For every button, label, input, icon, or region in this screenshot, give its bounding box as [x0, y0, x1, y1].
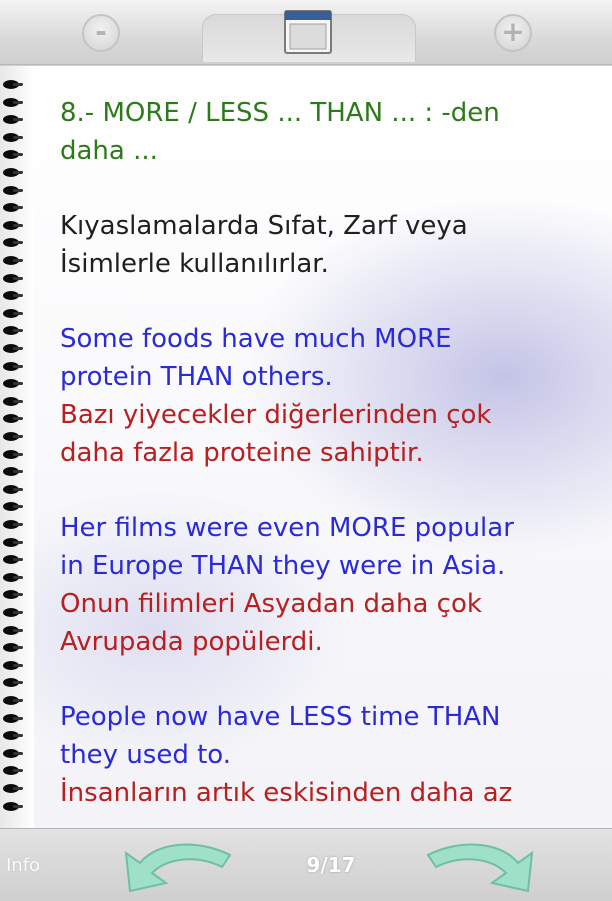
spiral-ring — [3, 308, 23, 318]
spiral-ring — [3, 449, 23, 459]
lesson-content: 8.- MORE / LESS ... THAN ... : -den daha… — [60, 94, 600, 828]
turkish-translation-line: Bazı yiyecekler diğerlerinden çok — [60, 400, 492, 430]
spiral-ring — [3, 326, 23, 336]
spiral-ring — [3, 168, 23, 177]
spiral-ring — [3, 678, 23, 688]
english-sentence-line: Some foods have much MORE — [60, 324, 452, 354]
spiral-ring — [3, 660, 23, 670]
english-sentence-line: they used to. — [60, 740, 232, 770]
spiral-ring — [3, 467, 23, 477]
page-counter: 9/17 — [306, 853, 356, 877]
spiral-ring — [3, 801, 23, 811]
spiral-ring — [3, 643, 23, 653]
spiral-ring — [3, 590, 23, 600]
top-toolbar: - + — [0, 0, 612, 65]
spiral-ring — [3, 203, 23, 213]
turkish-translation-line: Onun filimleri Asyadan daha çok — [60, 589, 482, 619]
title-line: 8.- MORE / LESS ... THAN ... : -den — [60, 98, 500, 128]
spiral-ring — [3, 273, 23, 283]
spiral-ring — [3, 379, 23, 389]
turkish-translation-line: İnsanların artık eskisinden daha az — [60, 778, 513, 808]
turkish-translation-line: Avrupada popülerdi. — [60, 627, 323, 657]
spiral-ring — [3, 344, 23, 353]
next-page-arrow-icon[interactable] — [420, 835, 540, 899]
title-line: daha ... — [60, 136, 158, 166]
lesson-explanation: Kıyaslamalarda Sıfat, Zarf veya İsimlerl… — [60, 207, 600, 283]
spiral-ring — [3, 432, 23, 441]
english-sentence-line: Her films were even MORE popular — [60, 513, 514, 543]
spiral-ring — [3, 220, 23, 230]
example-2: Her films were even MORE popular in Euro… — [60, 509, 600, 661]
spiral-ring — [3, 731, 23, 741]
bottom-navigation-bar: Info 9/17 — [0, 828, 612, 901]
previous-page-arrow-icon[interactable] — [118, 835, 238, 899]
spiral-ring — [3, 132, 23, 142]
example-1: Some foods have much MORE protein THAN o… — [60, 320, 600, 472]
spiral-ring — [3, 256, 23, 265]
spiral-ring — [3, 291, 23, 301]
lesson-title: 8.- MORE / LESS ... THAN ... : -den daha… — [60, 94, 600, 170]
spiral-ring — [3, 414, 23, 424]
example-3: People now have LESS time THAN they used… — [60, 698, 600, 812]
zoom-out-button[interactable]: - — [82, 14, 120, 52]
spiral-ring — [3, 150, 23, 160]
spiral-ring — [3, 608, 23, 617]
spiral-ring — [3, 502, 23, 512]
spiral-ring — [3, 396, 23, 406]
info-button[interactable]: Info — [6, 855, 40, 876]
spiral-ring — [3, 97, 23, 107]
zoom-in-button[interactable]: + — [494, 14, 532, 52]
spiral-ring — [3, 484, 23, 494]
spiral-ring — [3, 784, 23, 793]
spiral-ring — [3, 713, 23, 723]
spiral-ring — [3, 766, 23, 776]
spiral-ring — [3, 80, 23, 89]
spiral-ring — [3, 361, 23, 371]
english-sentence-line: protein THAN others. — [60, 362, 333, 392]
window-icon[interactable] — [282, 8, 334, 58]
turkish-translation-line: daha fazla proteine sahiptir. — [60, 438, 424, 468]
english-sentence-line: People now have LESS time THAN — [60, 702, 501, 732]
spiral-ring — [3, 748, 23, 758]
spiral-ring — [3, 537, 23, 547]
spiral-ring — [3, 572, 23, 582]
spiral-ring — [3, 555, 23, 565]
english-sentence-line: in Europe THAN they were in Asia. — [60, 551, 506, 581]
spiral-ring — [3, 115, 23, 125]
spiral-ring — [3, 520, 23, 529]
spiral-ring — [3, 185, 23, 195]
lesson-page[interactable]: 8.- MORE / LESS ... THAN ... : -den daha… — [34, 66, 612, 828]
spiral-ring — [3, 696, 23, 705]
explanation-line: İsimlerle kullanılırlar. — [60, 249, 329, 279]
explanation-line: Kıyaslamalarda Sıfat, Zarf veya — [60, 211, 468, 241]
spiral-binding — [0, 66, 34, 828]
spiral-ring — [3, 625, 23, 635]
spiral-ring — [3, 238, 23, 248]
